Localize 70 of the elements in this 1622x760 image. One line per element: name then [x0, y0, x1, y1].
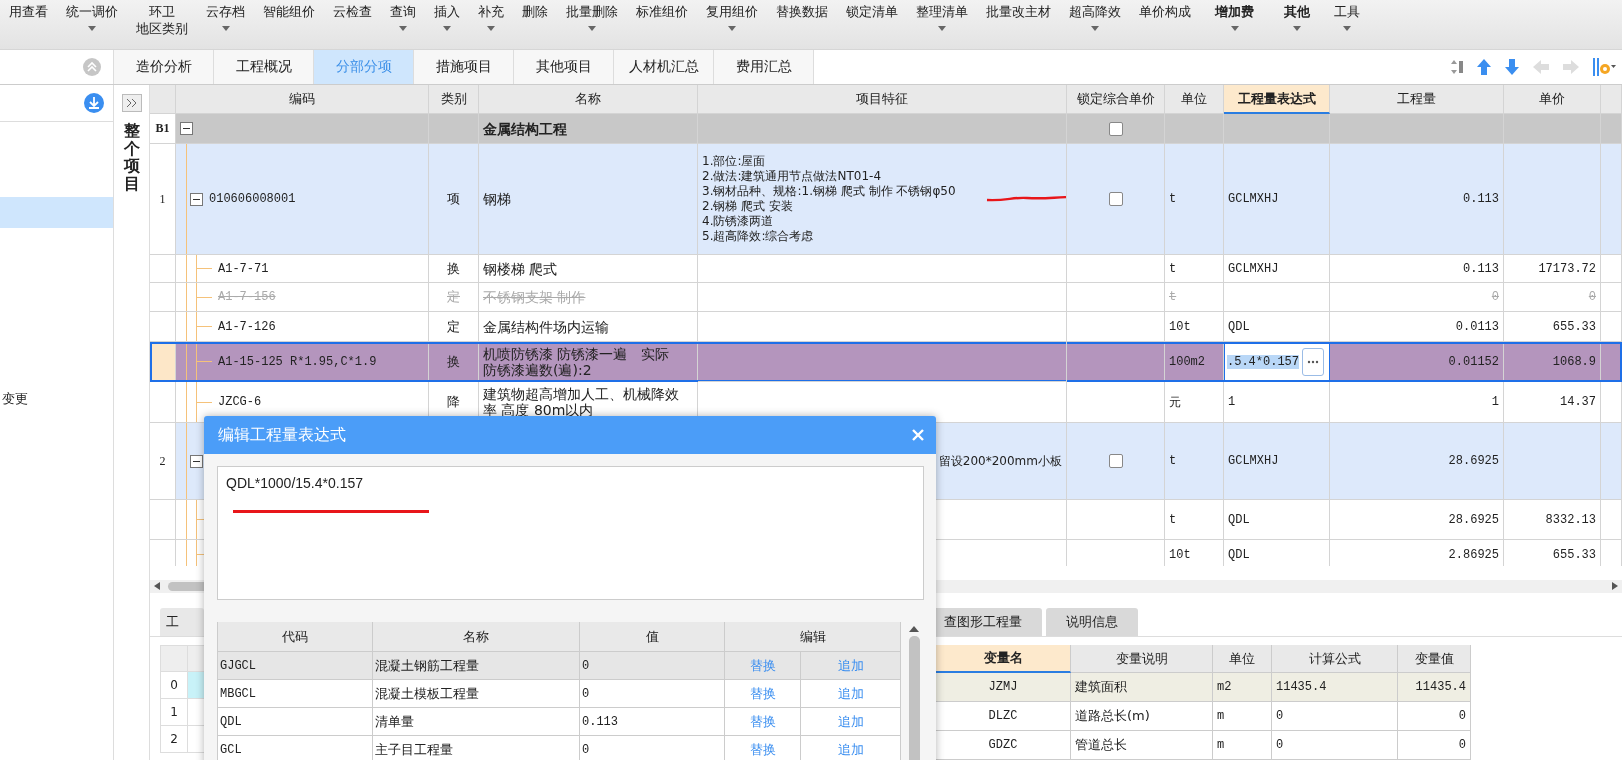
table-cell: 28.6925 [1330, 423, 1504, 500]
table-cell: 0.113 [1330, 255, 1504, 283]
variable-name: 主子目工程量 [375, 740, 453, 759]
table-cell: 0.113 [1330, 144, 1504, 255]
variable-value: 0 [1458, 738, 1466, 752]
table-cell: 28.6925 [1330, 500, 1504, 540]
table-cell: 钢梯 [479, 144, 698, 255]
expression-text: GCLMXHJ [1228, 192, 1279, 206]
table-cell: 655.33 [1504, 540, 1601, 566]
unit-text: m [1217, 738, 1225, 752]
table-cell: 1068.9 [1504, 342, 1601, 382]
table-cell: t [1165, 423, 1224, 500]
variable-name: DLZC [988, 709, 1018, 723]
variable-name: 混凝土钢筋工程量 [375, 656, 479, 675]
expression-text: GCLMXHJ [1228, 261, 1279, 276]
expression-text: QDL [1228, 512, 1250, 527]
expression-text: QDL [1228, 319, 1250, 334]
table-cell: t [1165, 144, 1224, 255]
variable-code: MBGCL [220, 686, 256, 701]
table-cell: 2.86925 [1330, 540, 1504, 566]
table-cell: 0 [1504, 283, 1601, 312]
value-text: 0 [582, 658, 590, 673]
item-code: A1-7-126 [218, 319, 276, 334]
value-text: 0 [582, 742, 590, 757]
unit-text: m2 [1217, 680, 1232, 694]
table-cell: 机喷防锈漆 防锈漆一遍 实际防锈漆遍数(遍):2 [479, 342, 698, 382]
variable-description: 道路总长(m) [1075, 707, 1150, 725]
table-cell: 10t [1165, 540, 1224, 566]
variable-code: GJGCL [220, 658, 256, 673]
table-cell: 换 [429, 342, 479, 382]
table-cell: 17173.72 [1504, 255, 1601, 283]
variable-description: 管道总长 [1075, 736, 1127, 754]
item-code: A1-15-125 R*1.95,C*1.9 [218, 354, 377, 369]
dialog-title: 编辑工程量表达式 [218, 424, 346, 446]
formula-text: 11435.4 [1276, 680, 1327, 694]
variable-value: 0 [1458, 709, 1466, 723]
table-cell: 换 [429, 255, 479, 283]
table-cell: t [1165, 283, 1224, 312]
table-cell: 定 [429, 283, 479, 312]
value-text: 0.113 [582, 714, 618, 729]
item-code: 010606008001 [209, 192, 296, 206]
variable-code: QDL [220, 714, 242, 729]
unit-text: m [1217, 709, 1225, 723]
value-text: 0 [582, 686, 590, 701]
table-cell: t [1165, 500, 1224, 540]
variable-name: JZMJ [988, 680, 1018, 694]
table-cell: t [1165, 255, 1224, 283]
table-cell: 不锈钢支架 制作 [479, 283, 698, 312]
table-cell: 钢楼梯 爬式 [479, 255, 698, 283]
project-title: 整个项目 [123, 122, 140, 193]
formula-text: 0 [1276, 738, 1284, 752]
item-code: A1-7-71 [218, 261, 269, 276]
table-cell: 项 [429, 144, 479, 255]
variable-name: 混凝土模板工程量 [375, 684, 479, 703]
feature-text: 留设200*200mm小板 [938, 453, 1062, 469]
variable-name: GDZC [988, 738, 1018, 752]
table-cell: 0 [1330, 283, 1504, 312]
table-cell: 0.01152 [1330, 342, 1504, 382]
item-code: A1-7-156 [218, 290, 276, 304]
formula-text: 0 [1276, 709, 1284, 723]
item-code: JZCG-6 [218, 395, 262, 409]
expression-text: QDL [1228, 547, 1250, 562]
variable-name: 清单量 [375, 712, 414, 731]
expression-text: 1 [1228, 395, 1236, 409]
expression-text: GCLMXHJ [1228, 454, 1279, 468]
variable-value: 11435.4 [1415, 680, 1466, 694]
variable-code: GCL [220, 742, 242, 757]
feature-text: 1.部位:屋面 2.做法:建筑通用节点做法NT01-4 3.钢材品种、规格:1.钢梯 爬式 制作 不锈钢φ50 2.钢梯 爬式 安装 4.防锈漆两道 5.超高降效:综合考虑 [702, 154, 956, 244]
table-cell: 8332.13 [1504, 500, 1601, 540]
variable-description: 建筑面积 [1075, 678, 1127, 696]
